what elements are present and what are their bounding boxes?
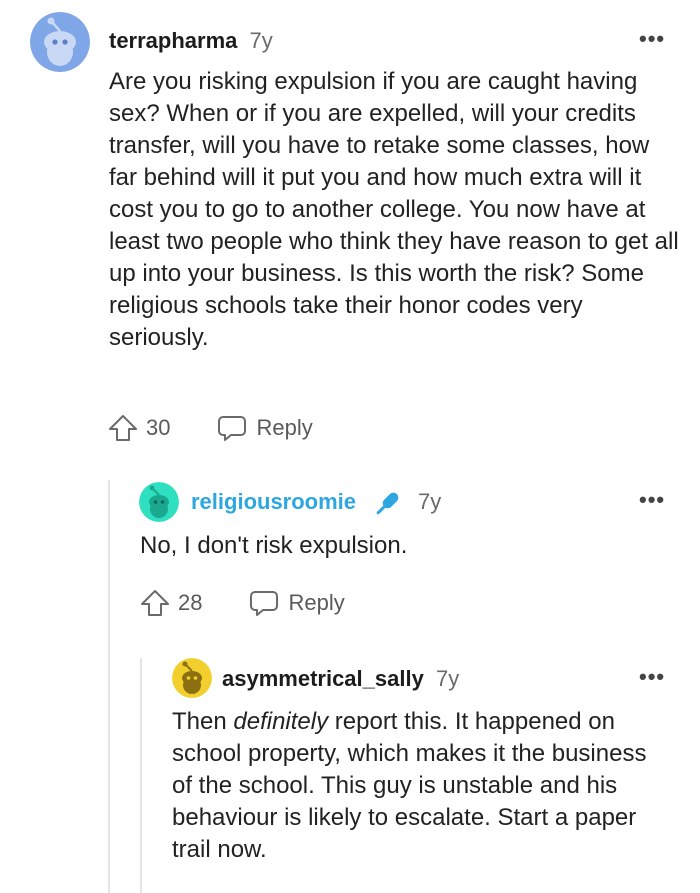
body-text-start: Then xyxy=(172,708,234,735)
snoo-avatar-icon xyxy=(30,12,90,72)
upvote-button[interactable]: 28 xyxy=(139,587,202,619)
reply-bubble-icon xyxy=(250,591,279,616)
comment-actions: 28 Reply xyxy=(139,587,345,619)
upvote-arrow-icon xyxy=(109,415,137,441)
user-avatar[interactable] xyxy=(139,482,179,522)
comment-body: No, I don't risk expulsion. xyxy=(140,532,408,559)
comment-terrapharma: terrapharma 7y ••• Are you risking expul… xyxy=(0,0,700,470)
upvote-button[interactable]: 30 xyxy=(107,412,170,444)
vote-count: 28 xyxy=(178,590,203,615)
username-text[interactable]: asymmetrical_sally xyxy=(222,666,424,691)
more-options-icon[interactable]: ••• xyxy=(639,487,665,513)
comment-body: Are you risking expulsion if you are cau… xyxy=(109,68,679,351)
username[interactable]: religiousroomie xyxy=(191,489,356,515)
timestamp: 7y xyxy=(249,28,273,53)
username-text[interactable]: religiousroomie xyxy=(191,489,356,514)
timestamp: 7y xyxy=(435,666,460,691)
username[interactable]: terrapharma 7y xyxy=(109,28,273,54)
upvote-arrow-icon xyxy=(141,590,169,616)
username[interactable]: asymmetrical_sally 7y xyxy=(222,666,459,692)
reply-button[interactable]: Reply xyxy=(216,412,313,444)
comment-asymmetrical-sally: asymmetrical_sally 7y ••• Then definitel… xyxy=(0,650,700,893)
reply-bubble-icon xyxy=(218,416,247,441)
vote-count: 30 xyxy=(146,415,171,440)
snoo-avatar-icon xyxy=(172,658,212,698)
comment-body: Then definitely report this. It happened… xyxy=(172,706,672,866)
reply-label[interactable]: Reply xyxy=(288,590,344,616)
user-avatar[interactable] xyxy=(30,12,90,72)
user-avatar[interactable] xyxy=(172,658,212,698)
snoo-avatar-icon xyxy=(139,482,179,522)
more-options-icon[interactable]: ••• xyxy=(639,664,665,690)
timestamp: 7y xyxy=(418,489,442,514)
reply-button[interactable]: Reply xyxy=(248,587,345,619)
reply-label[interactable]: Reply xyxy=(256,415,312,441)
comment-religiousroomie: religiousroomie 7y ••• No, I don't risk … xyxy=(0,470,700,650)
body-text-emphasis: definitely xyxy=(233,708,329,735)
more-options-icon[interactable]: ••• xyxy=(639,26,665,52)
username-text[interactable]: terrapharma xyxy=(109,28,237,53)
comment-actions: 30 Reply xyxy=(107,412,313,444)
microphone-icon xyxy=(376,492,399,515)
